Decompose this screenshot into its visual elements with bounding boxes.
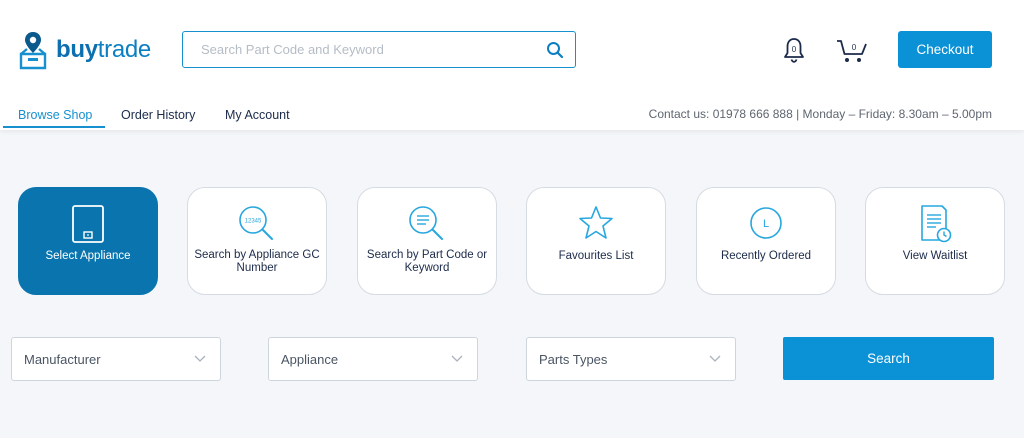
manufacturer-select[interactable]: Manufacturer [11, 337, 221, 381]
active-tab-underline [3, 126, 105, 128]
keyword-search-icon [409, 206, 443, 240]
search-icon[interactable] [545, 40, 565, 60]
cart-count: 0 [852, 43, 857, 52]
appliance-select[interactable]: Appliance [268, 337, 478, 381]
search-button[interactable]: Search [783, 337, 994, 380]
star-icon [579, 206, 613, 239]
cart-icon[interactable]: 0 [836, 38, 868, 64]
clock-icon: L [750, 207, 782, 239]
checkout-button[interactable]: Checkout [898, 31, 992, 68]
appliance-select-value: Appliance [281, 352, 339, 367]
parts-types-select[interactable]: Parts Types [526, 337, 736, 381]
tile-favourites-list[interactable]: Favourites List [526, 187, 666, 295]
tile-search-gc-number[interactable]: 12345 Search by Appliance GC Number [187, 187, 327, 295]
waitlist-icon [921, 205, 952, 243]
tile-label: Search by Part Code or Keyword [366, 249, 488, 274]
nav-order-history[interactable]: Order History [121, 108, 195, 122]
notifications-bell-icon[interactable]: 0 [782, 36, 806, 64]
notifications-count: 0 [792, 45, 797, 54]
brand-name: buytrade [56, 36, 151, 63]
tile-label: View Waitlist [902, 250, 968, 262]
buytrade-logo[interactable]: buytrade [18, 30, 151, 70]
manufacturer-select-value: Manufacturer [24, 352, 101, 367]
tile-label: Favourites List [558, 250, 634, 262]
location-pin-box-icon [19, 32, 47, 70]
clock-icon-text: L [763, 218, 769, 230]
gc-number-search-icon: 12345 [239, 206, 273, 240]
gc-icon-text: 12345 [245, 219, 262, 225]
tile-view-waitlist[interactable]: View Waitlist [865, 187, 1005, 295]
chevron-down-icon [194, 355, 206, 362]
tile-search-part-code[interactable]: Search by Part Code or Keyword [357, 187, 497, 295]
contact-info: Contact us: 01978 666 888 | Monday – Fri… [648, 107, 992, 121]
tile-label: Search by Appliance GC Number [194, 249, 320, 274]
chevron-down-icon [709, 355, 721, 362]
parts-types-select-value: Parts Types [539, 352, 608, 367]
appliance-icon [72, 205, 104, 243]
tile-label: Recently Ordered [720, 250, 812, 262]
tile-select-appliance[interactable]: Select Appliance [18, 187, 158, 295]
search-input[interactable] [183, 32, 533, 67]
tile-label: Select Appliance [45, 250, 131, 262]
chevron-down-icon [451, 355, 463, 362]
nav-my-account[interactable]: My Account [225, 108, 290, 122]
tile-recently-ordered[interactable]: L Recently Ordered [696, 187, 836, 295]
header-search [182, 31, 576, 68]
nav-browse-shop[interactable]: Browse Shop [18, 108, 92, 122]
site-header: buytrade 0 0 Checkout Browse Shop Order … [0, 0, 1024, 130]
